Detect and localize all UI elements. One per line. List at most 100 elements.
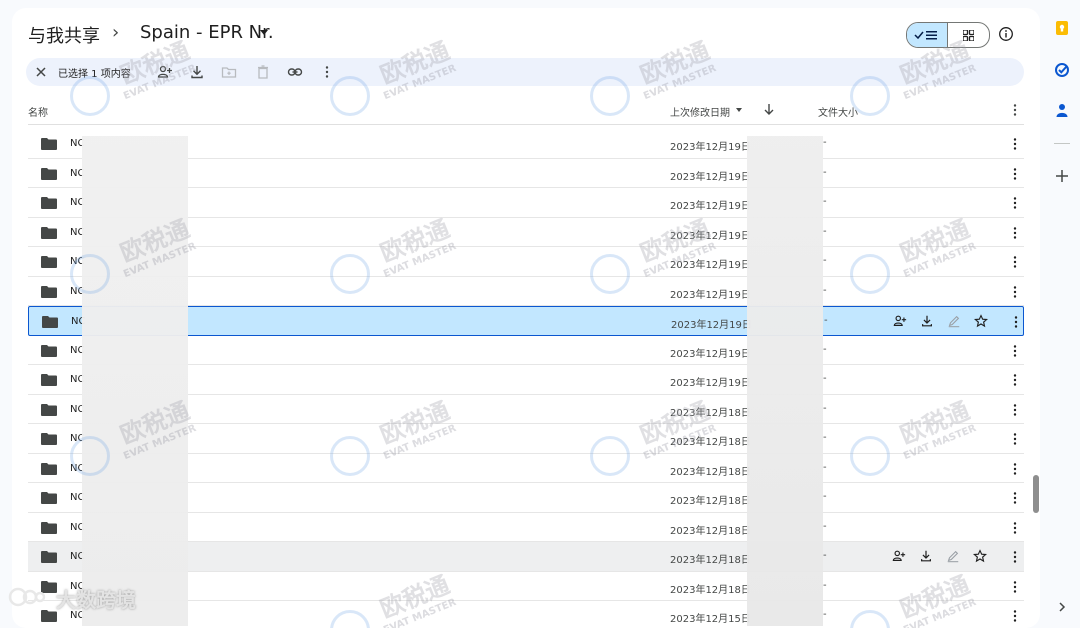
row-quick-actions [892,549,1002,565]
folder-icon [41,403,57,416]
more-vert-icon[interactable] [1013,315,1019,329]
link-icon[interactable] [287,64,303,80]
file-size: - [823,225,827,237]
modified-date: 2023年12月19日 [670,378,751,389]
chevron-down-icon[interactable] [736,108,742,112]
column-name[interactable]: 名称 [28,104,48,119]
modified-date: 2023年12月18日 [670,584,751,596]
folder-icon [41,374,57,386]
list-view-button[interactable] [907,23,948,47]
more-vert-icon[interactable] [1012,373,1018,387]
file-size: - [823,373,827,384]
star-icon[interactable] [973,549,987,563]
keep-icon[interactable] [1054,20,1070,36]
contacts-icon[interactable] [1054,102,1070,118]
share-person-add-icon[interactable] [892,549,906,563]
grid-view-button[interactable] [948,23,989,47]
star-icon[interactable] [974,314,988,328]
modified-date: 2023年12月19日 [670,171,751,183]
more-vert-icon[interactable] [1012,462,1018,476]
share-person-add-icon[interactable] [893,314,907,328]
more-vert-icon[interactable] [1012,432,1018,446]
folder-icon [41,197,57,209]
file-size: - [823,609,827,620]
folder-icon [41,610,57,622]
file-size: - [823,402,827,414]
more-vert-icon[interactable] [1012,226,1018,240]
folder-menu-caret-icon[interactable] [260,30,268,35]
download-icon[interactable] [919,549,933,563]
more-vert-icon[interactable] [1012,285,1018,299]
file-size: - [823,579,827,591]
redacted-owner-overlay [747,136,823,626]
selection-toolbar: 已选择 1 项内容 [26,58,1024,86]
breadcrumb-separator: › [112,22,120,43]
rename-pencil-icon [948,315,960,328]
drive-main-panel: 与我共享 › Spain - EPR Nr. 已选择 1 项内容 名称 上次修改… [12,8,1040,628]
file-size: - [824,315,828,326]
trash-icon [258,65,268,79]
column-header-row: 名称 上次修改日期 文件大小 [28,96,1024,125]
more-vert-icon[interactable] [1012,609,1018,623]
more-vert-icon[interactable] [1012,580,1018,594]
modified-date: 2023年12月19日 [670,230,751,242]
folder-icon [41,551,57,563]
file-size: - [823,432,827,443]
folder-icon [41,492,57,504]
modified-date: 2023年12月18日 [670,496,751,507]
file-size: - [823,550,827,561]
modified-date: 2023年12月19日 [670,201,751,212]
more-vert-icon[interactable] [1012,344,1018,358]
more-vert-icon[interactable] [1012,103,1018,117]
folder-icon [42,316,58,328]
file-size: - [823,196,827,207]
more-vert-icon[interactable] [1012,521,1018,535]
tasks-icon[interactable] [1054,62,1070,78]
share-person-add-icon[interactable] [157,64,173,80]
folder-icon [41,462,57,475]
modified-date: 2023年12月19日 [670,260,751,271]
file-size: - [823,343,827,355]
rename-pencil-icon [947,550,959,563]
modified-date: 2023年12月15日 [670,614,751,625]
check-list-icon [914,31,937,40]
more-vert-icon[interactable] [1012,137,1018,151]
download-icon[interactable] [920,314,934,328]
file-size: - [823,491,827,502]
more-vert-icon[interactable] [1012,491,1018,505]
modified-date: 2023年12月19日 [670,142,751,153]
chevron-right-icon[interactable] [1054,599,1070,615]
download-icon[interactable] [189,64,205,80]
more-vert-icon[interactable] [1012,167,1018,181]
close-icon[interactable] [33,64,49,80]
side-panel-divider [1054,143,1070,144]
folder-icon [41,256,57,268]
modified-date: 2023年12月18日 [670,555,751,566]
file-size: - [823,284,827,296]
page-header: 与我共享 › Spain - EPR Nr. [12,8,1040,60]
more-vert-icon[interactable] [319,64,335,80]
selection-count: 已选择 1 项内容 [58,69,131,80]
modified-date: 2023年12月19日 [671,320,752,331]
more-vert-icon[interactable] [1012,403,1018,417]
modified-date: 2023年12月18日 [670,437,751,448]
more-vert-icon[interactable] [1012,255,1018,269]
add-icon[interactable] [1054,168,1070,184]
move-to-folder-icon [221,67,237,78]
column-last-modified[interactable]: 上次修改日期 [670,104,730,119]
modified-date: 2023年12月19日 [670,289,751,301]
breadcrumb-current-folder[interactable]: Spain - EPR Nr. [140,22,274,43]
redacted-names-overlay [82,136,188,626]
more-vert-icon[interactable] [1012,550,1018,564]
folder-icon [41,285,57,298]
folder-icon [41,521,57,534]
info-icon[interactable] [998,26,1014,42]
sort-arrow-down-icon[interactable] [762,102,776,116]
breadcrumb-shared-with-me[interactable]: 与我共享 [28,22,100,48]
side-panel [1044,0,1080,617]
file-size: - [823,255,827,266]
more-vert-icon[interactable] [1012,196,1018,210]
scrollbar-thumb[interactable] [1033,475,1039,513]
folder-icon [41,167,57,180]
column-file-size[interactable]: 文件大小 [818,104,858,119]
